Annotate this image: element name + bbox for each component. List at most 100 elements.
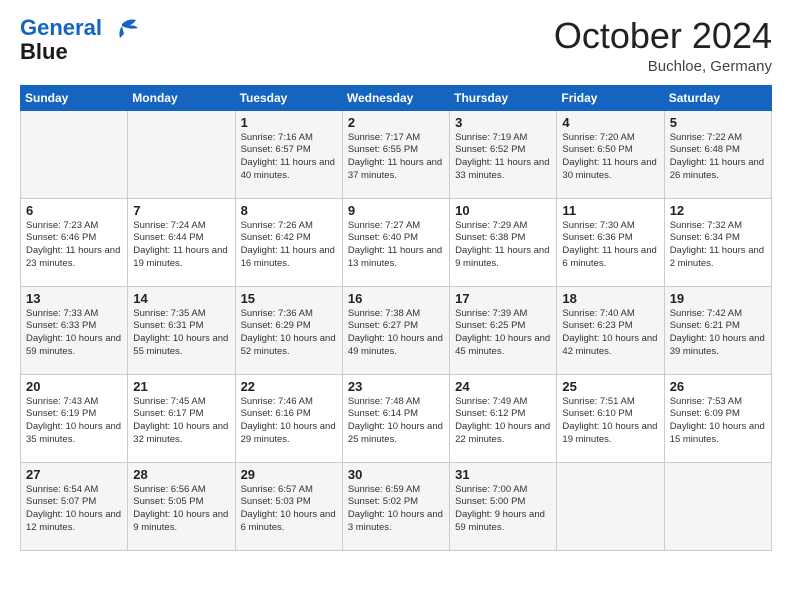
day-number: 21: [133, 379, 230, 394]
calendar-cell: 14Sunrise: 7:35 AM Sunset: 6:31 PM Dayli…: [128, 286, 235, 374]
calendar-week-2: 13 Sunrise: 7:33 AM Sunset: 6:33 PM Dayli…: [21, 286, 772, 374]
cell-details: Sunrise: 6:59 AM Sunset: 5:02 PM Dayligh…: [348, 484, 445, 535]
day-number: 30: [348, 467, 445, 482]
day-number: 31: [455, 467, 552, 482]
day-number: 19: [670, 291, 767, 306]
calendar-cell: 3 Sunrise: 7:19 AM Sunset: 6:52 PM Daylig…: [450, 110, 557, 198]
cell-details: Sunrise: 7:36 AM Sunset: 6:29 PM Dayligh…: [241, 308, 338, 359]
cell-details: Sunrise: 7:29 AM Sunset: 6:38 PM Dayligh…: [455, 220, 552, 271]
calendar-cell: 9 Sunrise: 7:27 AM Sunset: 6:40 PM Daylig…: [342, 198, 449, 286]
cell-details: Sunrise: 6:56 AM Sunset: 5:05 PM Dayligh…: [133, 484, 230, 535]
day-number: 27: [26, 467, 123, 482]
calendar-week-4: 27 Sunrise: 6:54 AM Sunset: 5:07 PM Dayli…: [21, 462, 772, 550]
cell-details: Sunrise: 7:51 AM Sunset: 6:10 PM Dayligh…: [562, 396, 659, 447]
cell-details: Sunrise: 7:48 AM Sunset: 6:14 PM Dayligh…: [348, 396, 445, 447]
calendar-cell: 24Sunrise: 7:49 AM Sunset: 6:12 PM Dayli…: [450, 374, 557, 462]
day-number: 25: [562, 379, 659, 394]
day-number: 6: [26, 203, 123, 218]
header: GeneralBlue October 2024 Buchloe, German…: [20, 16, 772, 75]
calendar-cell: 8 Sunrise: 7:26 AM Sunset: 6:42 PM Daylig…: [235, 198, 342, 286]
calendar-cell: 15 Sunrise: 7:36 AM Sunset: 6:29 PM Dayli…: [235, 286, 342, 374]
day-number: 23: [348, 379, 445, 394]
logo-bird-icon: [104, 16, 140, 46]
calendar-cell: 27 Sunrise: 6:54 AM Sunset: 5:07 PM Dayli…: [21, 462, 128, 550]
cell-details: Sunrise: 7:22 AM Sunset: 6:48 PM Dayligh…: [670, 132, 767, 183]
cell-details: Sunrise: 7:46 AM Sunset: 6:16 PM Dayligh…: [241, 396, 338, 447]
day-number: 10: [455, 203, 552, 218]
cell-details: Sunrise: 7:24 AM Sunset: 6:44 PM Dayligh…: [133, 220, 230, 271]
logo-text: GeneralBlue: [20, 16, 102, 64]
col-sunday: Sunday: [21, 85, 128, 110]
col-saturday: Saturday: [664, 85, 771, 110]
day-number: 5: [670, 115, 767, 130]
day-number: 4: [562, 115, 659, 130]
calendar-week-3: 20 Sunrise: 7:43 AM Sunset: 6:19 PM Dayli…: [21, 374, 772, 462]
day-number: 28: [133, 467, 230, 482]
calendar-cell: 29 Sunrise: 6:57 AM Sunset: 5:03 PM Dayli…: [235, 462, 342, 550]
calendar-cell: 7Sunrise: 7:24 AM Sunset: 6:44 PM Daylig…: [128, 198, 235, 286]
calendar-cell: 28 Sunrise: 6:56 AM Sunset: 5:05 PM Dayli…: [128, 462, 235, 550]
calendar-cell: [664, 462, 771, 550]
cell-details: Sunrise: 7:43 AM Sunset: 6:19 PM Dayligh…: [26, 396, 123, 447]
day-number: 24: [455, 379, 552, 394]
calendar-cell: [128, 110, 235, 198]
calendar-cell: [557, 462, 664, 550]
calendar-week-0: 1Sunrise: 7:16 AM Sunset: 6:57 PM Daylig…: [21, 110, 772, 198]
logo: GeneralBlue: [20, 16, 140, 64]
col-tuesday: Tuesday: [235, 85, 342, 110]
cell-details: Sunrise: 7:40 AM Sunset: 6:23 PM Dayligh…: [562, 308, 659, 359]
col-thursday: Thursday: [450, 85, 557, 110]
cell-details: Sunrise: 7:33 AM Sunset: 6:33 PM Dayligh…: [26, 308, 123, 359]
calendar-cell: 17Sunrise: 7:39 AM Sunset: 6:25 PM Dayli…: [450, 286, 557, 374]
calendar-cell: 23 Sunrise: 7:48 AM Sunset: 6:14 PM Dayli…: [342, 374, 449, 462]
calendar-cell: 16Sunrise: 7:38 AM Sunset: 6:27 PM Dayli…: [342, 286, 449, 374]
header-row: Sunday Monday Tuesday Wednesday Thursday…: [21, 85, 772, 110]
cell-details: Sunrise: 7:38 AM Sunset: 6:27 PM Dayligh…: [348, 308, 445, 359]
cell-details: Sunrise: 7:35 AM Sunset: 6:31 PM Dayligh…: [133, 308, 230, 359]
day-number: 9: [348, 203, 445, 218]
calendar-table: Sunday Monday Tuesday Wednesday Thursday…: [20, 85, 772, 551]
calendar-cell: 22 Sunrise: 7:46 AM Sunset: 6:16 PM Dayli…: [235, 374, 342, 462]
calendar-cell: 6Sunrise: 7:23 AM Sunset: 6:46 PM Daylig…: [21, 198, 128, 286]
calendar-cell: 26Sunrise: 7:53 AM Sunset: 6:09 PM Dayli…: [664, 374, 771, 462]
day-number: 3: [455, 115, 552, 130]
calendar-cell: 4 Sunrise: 7:20 AM Sunset: 6:50 PM Daylig…: [557, 110, 664, 198]
day-number: 1: [241, 115, 338, 130]
calendar-cell: 12 Sunrise: 7:32 AM Sunset: 6:34 PM Dayli…: [664, 198, 771, 286]
cell-details: Sunrise: 7:19 AM Sunset: 6:52 PM Dayligh…: [455, 132, 552, 183]
day-number: 29: [241, 467, 338, 482]
day-number: 13: [26, 291, 123, 306]
cell-details: Sunrise: 7:27 AM Sunset: 6:40 PM Dayligh…: [348, 220, 445, 271]
cell-details: Sunrise: 7:30 AM Sunset: 6:36 PM Dayligh…: [562, 220, 659, 271]
cell-details: Sunrise: 7:42 AM Sunset: 6:21 PM Dayligh…: [670, 308, 767, 359]
calendar-cell: 18 Sunrise: 7:40 AM Sunset: 6:23 PM Dayli…: [557, 286, 664, 374]
cell-details: Sunrise: 6:57 AM Sunset: 5:03 PM Dayligh…: [241, 484, 338, 535]
title-block: October 2024 Buchloe, Germany: [554, 16, 772, 75]
calendar-cell: 10 Sunrise: 7:29 AM Sunset: 6:38 PM Dayli…: [450, 198, 557, 286]
day-number: 11: [562, 203, 659, 218]
cell-details: Sunrise: 6:54 AM Sunset: 5:07 PM Dayligh…: [26, 484, 123, 535]
day-number: 2: [348, 115, 445, 130]
calendar-week-1: 6Sunrise: 7:23 AM Sunset: 6:46 PM Daylig…: [21, 198, 772, 286]
calendar-cell: [21, 110, 128, 198]
calendar-cell: 31Sunrise: 7:00 AM Sunset: 5:00 PM Dayli…: [450, 462, 557, 550]
cell-details: Sunrise: 7:20 AM Sunset: 6:50 PM Dayligh…: [562, 132, 659, 183]
cell-details: Sunrise: 7:53 AM Sunset: 6:09 PM Dayligh…: [670, 396, 767, 447]
day-number: 22: [241, 379, 338, 394]
day-number: 20: [26, 379, 123, 394]
day-number: 18: [562, 291, 659, 306]
cell-details: Sunrise: 7:39 AM Sunset: 6:25 PM Dayligh…: [455, 308, 552, 359]
calendar-cell: 11 Sunrise: 7:30 AM Sunset: 6:36 PM Dayli…: [557, 198, 664, 286]
day-number: 12: [670, 203, 767, 218]
day-number: 8: [241, 203, 338, 218]
calendar-cell: 2Sunrise: 7:17 AM Sunset: 6:55 PM Daylig…: [342, 110, 449, 198]
cell-details: Sunrise: 7:26 AM Sunset: 6:42 PM Dayligh…: [241, 220, 338, 271]
calendar-cell: 20 Sunrise: 7:43 AM Sunset: 6:19 PM Dayli…: [21, 374, 128, 462]
location-subtitle: Buchloe, Germany: [554, 58, 772, 75]
calendar-cell: 25 Sunrise: 7:51 AM Sunset: 6:10 PM Dayli…: [557, 374, 664, 462]
day-number: 15: [241, 291, 338, 306]
cell-details: Sunrise: 7:32 AM Sunset: 6:34 PM Dayligh…: [670, 220, 767, 271]
calendar-cell: 21Sunrise: 7:45 AM Sunset: 6:17 PM Dayli…: [128, 374, 235, 462]
col-friday: Friday: [557, 85, 664, 110]
calendar-cell: 30 Sunrise: 6:59 AM Sunset: 5:02 PM Dayli…: [342, 462, 449, 550]
